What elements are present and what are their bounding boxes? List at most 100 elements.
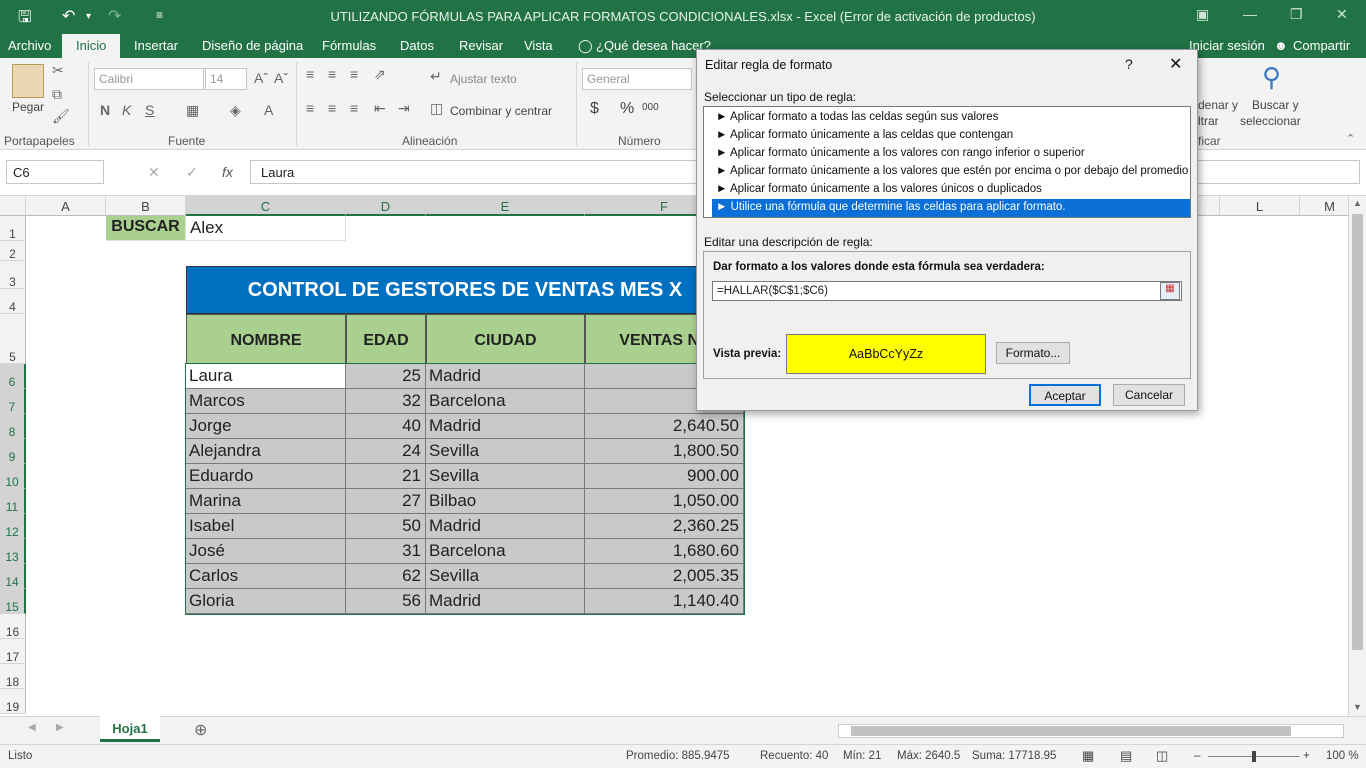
prev-sheet-icon[interactable]: ◀ <box>28 722 36 733</box>
tab-datos[interactable]: Datos <box>400 38 434 53</box>
table-data-cell[interactable]: Barcelona <box>426 539 585 564</box>
row-header[interactable]: 18 <box>0 664 26 689</box>
signin-link[interactable]: Iniciar sesión <box>1189 38 1265 53</box>
rule-item[interactable]: ► Aplicar formato únicamente a las celda… <box>712 127 1190 145</box>
table-data-cell[interactable]: Barcelona <box>426 389 585 414</box>
row-header[interactable]: 3 <box>0 261 26 289</box>
row-header[interactable]: 11 <box>0 489 26 514</box>
row-header[interactable]: 2 <box>0 241 26 261</box>
cancel-button[interactable]: Cancelar <box>1113 384 1185 406</box>
cancel-formula-icon[interactable]: ✕ <box>148 164 160 181</box>
ribbon-display-icon[interactable]: ▣ <box>1196 6 1209 23</box>
tab-revisar[interactable]: Revisar <box>459 38 503 53</box>
horizontal-scrollbar[interactable] <box>838 724 1344 738</box>
align-center-icon[interactable]: ≡ <box>328 100 336 116</box>
table-data-cell[interactable]: 56 <box>346 589 426 614</box>
font-color-icon[interactable]: A <box>264 102 273 118</box>
rule-item[interactable]: ► Aplicar formato únicamente a los valor… <box>712 145 1190 163</box>
table-data-cell[interactable]: Sevilla <box>426 439 585 464</box>
table-data-cell[interactable]: José <box>186 539 346 564</box>
table-data-cell[interactable]: 1,800.50 <box>585 439 744 464</box>
tab-archivo[interactable]: Archivo <box>8 38 51 53</box>
table-data-cell[interactable]: 32 <box>346 389 426 414</box>
col-header-a[interactable]: A <box>26 196 106 216</box>
font-size-combo[interactable]: 14 <box>205 68 247 90</box>
align-middle-icon[interactable]: ≡ <box>328 66 336 82</box>
align-left-icon[interactable]: ≡ <box>306 100 314 116</box>
table-data-cell[interactable]: Gloria <box>186 589 346 614</box>
row-header[interactable]: 16 <box>0 614 26 639</box>
rule-item[interactable]: ► Aplicar formato a todas las celdas seg… <box>712 109 1190 127</box>
bold-icon[interactable]: N <box>100 102 110 118</box>
table-data-cell[interactable]: Madrid <box>426 589 585 614</box>
table-data-cell[interactable]: 2,005.35 <box>585 564 744 589</box>
row-header[interactable]: 6 <box>0 364 26 389</box>
select-all[interactable] <box>0 196 26 216</box>
fill-color-icon[interactable]: ◈ <box>230 102 241 119</box>
orientation-icon[interactable]: ⇗ <box>374 66 386 83</box>
tab-formulas[interactable]: Fórmulas <box>322 38 376 53</box>
find-select-button[interactable]: Buscar y <box>1252 98 1299 112</box>
number-format-combo[interactable]: General <box>582 68 692 90</box>
buscar-label-cell[interactable]: BUSCAR <box>106 216 186 241</box>
table-header-cell[interactable]: NOMBRE <box>186 314 346 364</box>
paste-icon[interactable] <box>12 64 44 98</box>
enter-formula-icon[interactable]: ✓ <box>186 164 198 181</box>
table-data-cell[interactable]: 2,360.25 <box>585 514 744 539</box>
percent-icon[interactable]: % <box>620 100 634 118</box>
align-right-icon[interactable]: ≡ <box>350 100 358 116</box>
row-header[interactable]: 12 <box>0 514 26 539</box>
table-data-cell[interactable]: Jorge <box>186 414 346 439</box>
vertical-scrollbar[interactable]: ▲ ▼ <box>1348 196 1366 716</box>
table-data-cell[interactable]: 27 <box>346 489 426 514</box>
table-data-cell[interactable]: Sevilla <box>426 564 585 589</box>
increase-indent-icon[interactable]: ⇥ <box>398 100 410 117</box>
table-data-cell[interactable]: Marina <box>186 489 346 514</box>
dialog-help-button[interactable]: ? <box>1125 56 1133 72</box>
table-data-cell[interactable]: Alejandra <box>186 439 346 464</box>
row-header[interactable]: 7 <box>0 389 26 414</box>
close-icon[interactable]: ✕ <box>1336 6 1348 23</box>
table-data-cell[interactable]: Madrid <box>426 364 585 389</box>
ok-button[interactable]: Aceptar <box>1029 384 1101 406</box>
page-layout-icon[interactable]: ▤ <box>1120 748 1132 764</box>
table-data-cell[interactable]: Carlos <box>186 564 346 589</box>
table-data-cell[interactable]: Madrid <box>426 414 585 439</box>
table-data-cell[interactable]: Madrid <box>426 514 585 539</box>
tab-diseno[interactable]: Diseño de página <box>202 38 303 53</box>
comma-style-icon[interactable]: 000 <box>642 102 659 113</box>
scroll-down-icon[interactable]: ▼ <box>1353 702 1362 712</box>
new-sheet-icon[interactable]: ⊕ <box>194 720 207 740</box>
wrap-text-button[interactable]: Ajustar texto <box>450 72 517 86</box>
col-header-e[interactable]: E <box>426 196 585 216</box>
range-selector-icon[interactable]: ▦ <box>1160 282 1180 300</box>
table-data-cell[interactable]: 1,680.60 <box>585 539 744 564</box>
table-data-cell[interactable]: 1,050.00 <box>585 489 744 514</box>
table-data-cell[interactable]: 24 <box>346 439 426 464</box>
zoom-in-icon[interactable]: + <box>1303 750 1310 762</box>
collapse-ribbon-icon[interactable]: ⌃ <box>1346 132 1355 145</box>
row-header[interactable]: 9 <box>0 439 26 464</box>
rule-item-selected[interactable]: ► Utilice una fórmula que determine las … <box>712 199 1190 217</box>
merge-center-button[interactable]: Combinar y centrar <box>450 104 552 118</box>
col-header-l[interactable]: L <box>1220 196 1300 216</box>
table-data-cell[interactable]: 2,640.50 <box>585 414 744 439</box>
table-data-cell[interactable]: Sevilla <box>426 464 585 489</box>
copy-icon[interactable]: ⧉ <box>52 86 62 103</box>
scroll-up-icon[interactable]: ▲ <box>1353 198 1362 208</box>
buscar-value-cell[interactable]: Alex <box>186 216 346 241</box>
row-header[interactable]: 5 <box>0 314 26 364</box>
table-header-cell[interactable]: CIUDAD <box>426 314 585 364</box>
table-data-cell[interactable]: 25 <box>346 364 426 389</box>
tab-vista[interactable]: Vista <box>524 38 553 53</box>
dialog-close-icon[interactable]: ✕ <box>1169 54 1182 74</box>
grow-font-icon[interactable]: Aˆ <box>254 70 268 86</box>
cut-icon[interactable]: ✂ <box>52 62 64 79</box>
format-painter-icon[interactable]: 🖌 <box>52 108 70 125</box>
col-header-c[interactable]: C <box>186 196 346 216</box>
sort-filter-button[interactable]: denar y <box>1198 98 1238 112</box>
rule-item[interactable]: ► Aplicar formato únicamente a los valor… <box>712 181 1190 199</box>
table-data-cell[interactable]: 900.00 <box>585 464 744 489</box>
minimize-icon[interactable]: — <box>1243 6 1257 22</box>
table-data-cell[interactable]: 1,140.40 <box>585 589 744 614</box>
